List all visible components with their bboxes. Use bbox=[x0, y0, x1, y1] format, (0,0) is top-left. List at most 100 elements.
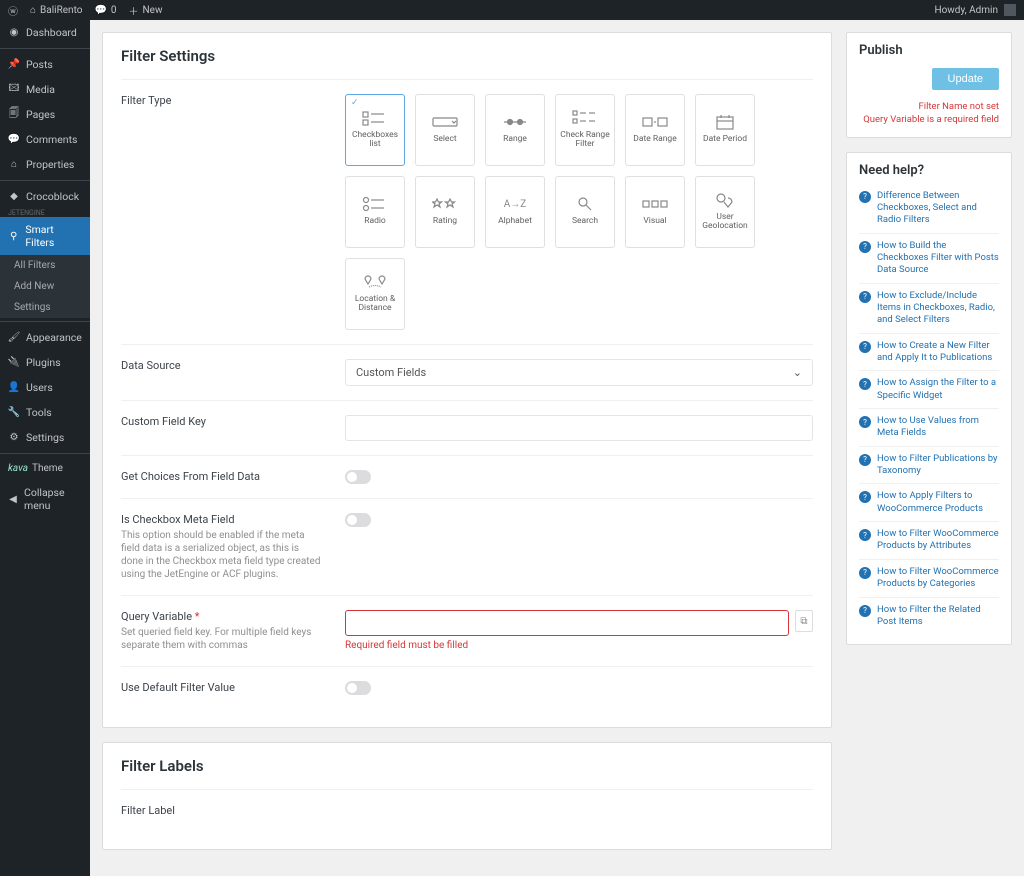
chevron-down-icon: ⌄ bbox=[793, 366, 802, 379]
help-link[interactable]: How to Apply Filters to WooCommerce Prod… bbox=[877, 490, 999, 515]
help-link[interactable]: How to Filter WooCommerce Products by At… bbox=[877, 528, 999, 553]
filter-types-grid: Checkboxes list Select Range bbox=[345, 94, 813, 330]
users-icon: 👤 bbox=[8, 382, 20, 394]
help-link[interactable]: How to Filter the Related Post Items bbox=[877, 604, 999, 629]
help-item[interactable]: ?How to Use Values from Meta Fields bbox=[859, 408, 999, 446]
wp-logo[interactable]: ⓦ bbox=[8, 3, 18, 18]
help-icon: ? bbox=[859, 567, 871, 579]
type-alphabet[interactable]: A→Z Alphabet bbox=[485, 176, 545, 248]
help-icon: ? bbox=[859, 378, 871, 390]
help-link[interactable]: How to Use Values from Meta Fields bbox=[877, 415, 999, 440]
help-item[interactable]: ? How to Filter Publications by Taxonomy bbox=[859, 446, 999, 484]
type-distance[interactable]: Location & Distance bbox=[345, 258, 405, 330]
range-icon bbox=[502, 115, 528, 129]
menu-media[interactable]: 🖾Media bbox=[0, 77, 90, 102]
type-checkboxes[interactable]: Checkboxes list bbox=[345, 94, 405, 166]
menu-posts[interactable]: 📌Posts bbox=[0, 52, 90, 77]
update-button[interactable]: Update bbox=[932, 68, 999, 90]
use-default-toggle[interactable] bbox=[345, 681, 371, 695]
admin-sidebar: ◉Dashboard 📌Posts 🖾Media 🗐Pages 💬Comment… bbox=[0, 20, 90, 876]
media-icon: 🖾 bbox=[8, 84, 20, 96]
label-filter-type: Filter Type bbox=[121, 94, 321, 330]
date-range-icon bbox=[642, 115, 668, 129]
menu-settings[interactable]: ⚙Settings bbox=[0, 425, 90, 450]
submenu-settings[interactable]: Settings bbox=[0, 297, 90, 318]
help-item[interactable]: ?How to Build the Checkboxes Filter with… bbox=[859, 233, 999, 283]
help-icon: ? bbox=[859, 191, 871, 203]
howdy-text[interactable]: Howdy, Admin bbox=[934, 5, 998, 16]
help-link[interactable]: How to Exclude/Include Items in Checkbox… bbox=[877, 290, 999, 327]
avatar[interactable] bbox=[1004, 4, 1016, 16]
settings-icon: ⚙ bbox=[8, 432, 20, 444]
menu-plugins[interactable]: 🔌Plugins bbox=[0, 350, 90, 375]
get-choices-toggle[interactable] bbox=[345, 470, 371, 484]
help-item[interactable]: ?How to Exclude/Include Items in Checkbo… bbox=[859, 283, 999, 333]
help-item[interactable]: ? Difference Between Checkboxes, Select a… bbox=[859, 184, 999, 233]
help-link[interactable]: How to Filter Publications by Taxonomy bbox=[877, 453, 999, 478]
filters-icon: ⚲ bbox=[8, 230, 19, 242]
help-link[interactable]: How to Assign the Filter to a Specific W… bbox=[877, 377, 999, 402]
check-range-icon bbox=[572, 111, 598, 125]
type-check-range[interactable]: Check Range Filter bbox=[555, 94, 615, 166]
geolocation-icon bbox=[712, 193, 738, 207]
admin-bar: ⓦ ⌂ BaliRento 💬 0 ＋ New Howdy, Admin bbox=[0, 0, 1024, 20]
menu-comments[interactable]: 💬Comments bbox=[0, 127, 90, 152]
help-link[interactable]: How to Build the Checkboxes Filter with … bbox=[877, 240, 999, 277]
menu-theme[interactable]: kava Theme bbox=[0, 457, 90, 480]
type-radio[interactable]: Radio bbox=[345, 176, 405, 248]
label-data-source: Data Source bbox=[121, 359, 321, 386]
comments-icon: 💬 bbox=[8, 134, 20, 146]
submenu-add-new[interactable]: Add New bbox=[0, 276, 90, 297]
type-visual[interactable]: Visual bbox=[625, 176, 685, 248]
help-item[interactable]: ? How to Filter WooCommerce Products by A… bbox=[859, 521, 999, 559]
is-checkbox-toggle[interactable] bbox=[345, 513, 371, 527]
tools-icon: 🔧 bbox=[8, 407, 20, 419]
type-rating[interactable]: Rating bbox=[415, 176, 475, 248]
menu-users[interactable]: 👤Users bbox=[0, 375, 90, 400]
data-source-select[interactable]: Custom Fields ⌄ bbox=[345, 359, 813, 386]
help-icon: ? bbox=[859, 529, 871, 541]
menu-dashboard[interactable]: ◉Dashboard bbox=[0, 20, 90, 45]
help-item[interactable]: ? How to Assign the Filter to a Specific … bbox=[859, 370, 999, 408]
help-item[interactable]: ?How to Create a New Filter and Apply It… bbox=[859, 333, 999, 371]
help-icon: ? bbox=[859, 454, 871, 466]
publish-error-2: Query Variable is a required field bbox=[859, 113, 999, 126]
type-range[interactable]: Range bbox=[485, 94, 545, 166]
copy-shortcode-button[interactable]: ⧉ bbox=[795, 610, 813, 632]
menu-properties[interactable]: ⌂Properties bbox=[0, 152, 90, 177]
help-link[interactable]: How to Create a New Filter and Apply It … bbox=[877, 340, 999, 365]
panel-title: Filter Settings bbox=[121, 47, 813, 65]
help-item[interactable]: ?How to Filter the Related Post Items bbox=[859, 597, 999, 635]
query-variable-input[interactable] bbox=[345, 610, 789, 636]
menu-pages[interactable]: 🗐Pages bbox=[0, 102, 90, 127]
publish-panel: Publish Update Filter Name not set Query… bbox=[846, 32, 1012, 138]
alphabet-icon: A→Z bbox=[502, 197, 528, 211]
pin-icon: 📌 bbox=[8, 59, 20, 71]
search-icon bbox=[572, 197, 598, 211]
publish-title: Publish bbox=[859, 43, 999, 58]
type-date-period[interactable]: Date Period bbox=[695, 94, 755, 166]
type-select[interactable]: Select bbox=[415, 94, 475, 166]
site-link[interactable]: ⌂ BaliRento bbox=[30, 5, 82, 16]
pages-icon: 🗐 bbox=[8, 109, 20, 121]
help-item[interactable]: ?How to Apply Filters to WooCommerce Pro… bbox=[859, 483, 999, 521]
label-is-checkbox: Is Checkbox Meta Field bbox=[121, 513, 321, 526]
menu-appearance[interactable]: 🖌Appearance bbox=[0, 325, 90, 350]
rating-icon bbox=[432, 197, 458, 211]
type-geolocation[interactable]: User Geolocation bbox=[695, 176, 755, 248]
menu-collapse[interactable]: ◀Collapse menu bbox=[0, 480, 90, 518]
type-search[interactable]: Search bbox=[555, 176, 615, 248]
menu-smart-filters[interactable]: ⚲Smart Filters bbox=[0, 217, 90, 255]
help-link[interactable]: Difference Between Checkboxes, Select an… bbox=[877, 190, 999, 227]
submenu-all-filters[interactable]: All Filters bbox=[0, 255, 90, 276]
checkboxes-icon bbox=[362, 111, 388, 125]
help-link[interactable]: How to Filter WooCommerce Products by Ca… bbox=[877, 566, 999, 591]
comments-link[interactable]: 💬 0 bbox=[94, 5, 116, 16]
menu-crocoblock[interactable]: ◆Crocoblock bbox=[0, 184, 90, 209]
custom-field-key-input[interactable] bbox=[345, 415, 813, 441]
label-filter-label: Filter Label bbox=[121, 804, 321, 817]
type-date-range[interactable]: Date Range bbox=[625, 94, 685, 166]
help-item[interactable]: ? How to Filter WooCommerce Products by C… bbox=[859, 559, 999, 597]
menu-tools[interactable]: 🔧Tools bbox=[0, 400, 90, 425]
new-content[interactable]: ＋ New bbox=[129, 3, 163, 18]
